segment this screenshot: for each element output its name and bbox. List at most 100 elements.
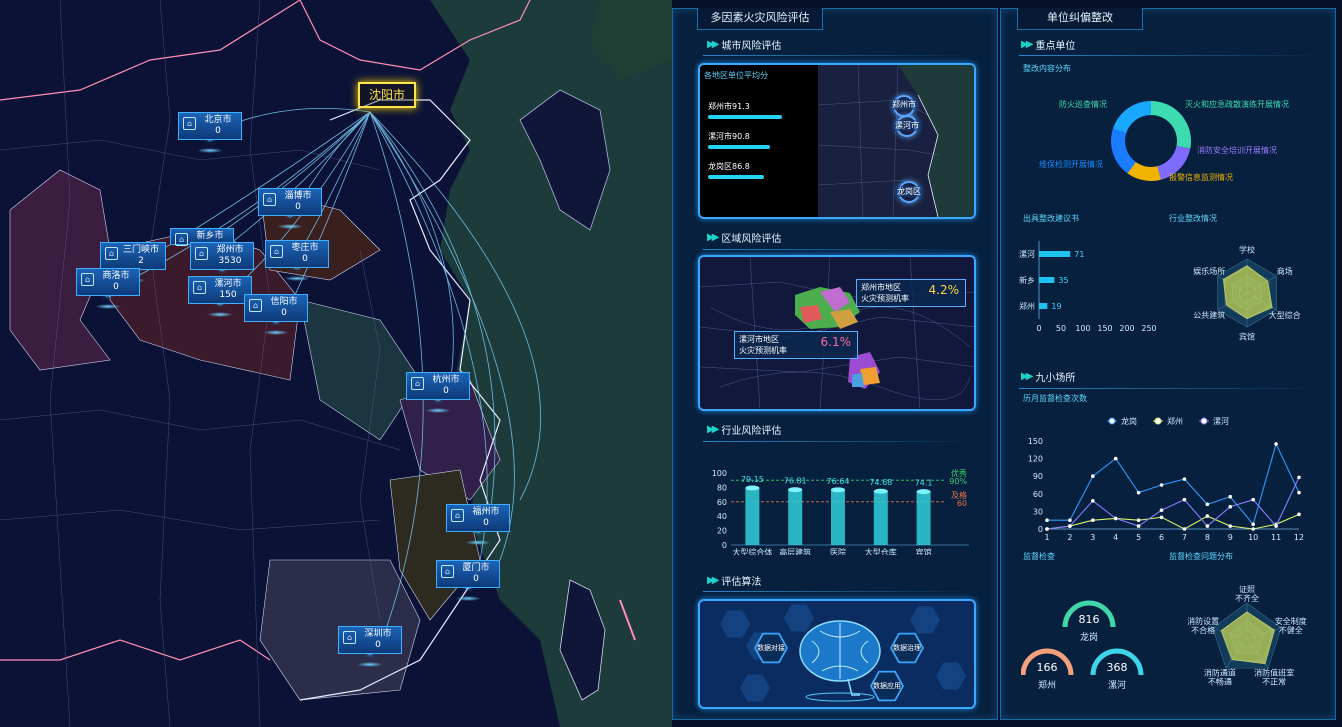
city-label-box: ⌂ 淄博市 0	[258, 188, 322, 216]
series-line	[1046, 513, 1300, 530]
bar	[1039, 251, 1071, 257]
divider	[703, 249, 973, 250]
data-point	[1045, 518, 1049, 522]
y-tick-label: 漯河	[1019, 249, 1035, 259]
city-marker[interactable]: ⌂ 深圳市 0 ︾	[338, 626, 402, 667]
city-value: 150	[219, 290, 237, 300]
city-marker[interactable]: ⌂ 商洛市 0 ︾	[76, 268, 140, 309]
rectification-panel: 单位纠偏整改 ▶▶ 重点单位 整改内容分布 防火巡查情况 灭火和应急疏散演练开展…	[1000, 8, 1336, 720]
score-bar	[708, 175, 764, 179]
risk-tag-zhengzhou[interactable]: 郑州市地区 火灾预测机率 4.2%	[856, 279, 966, 307]
x-tick-label: 10	[1248, 533, 1258, 541]
donut-label: 维保检测开展情况	[1039, 160, 1103, 169]
origin-city-label[interactable]: 沈阳市	[358, 82, 416, 108]
panel-title: 多因素火灾风险评估	[697, 8, 823, 30]
data-point	[1068, 518, 1072, 522]
city-value: 0	[215, 126, 221, 136]
data-label: 76.81	[784, 477, 807, 486]
data-point	[1091, 499, 1095, 503]
gauge-value: 368	[1107, 661, 1128, 674]
divider	[703, 55, 973, 56]
pin-label: 郑州市	[890, 99, 918, 110]
chevron-down-icon: ︾	[205, 138, 215, 149]
map-view[interactable]: 沈阳市 ⌂北京市0︾⌂淄博市0︾⌂新乡市︾⌂三门峡市2︾⌂郑州市3530︾⌂枣庄…	[0, 0, 672, 727]
city-value: 0	[483, 518, 489, 528]
y-tick-label: 0	[1038, 525, 1043, 534]
building-icon: ⌂	[105, 247, 118, 260]
glow-dot	[357, 662, 383, 667]
data-point	[1136, 524, 1141, 528]
x-tick-label: 1	[1044, 533, 1049, 541]
inspect-gauges: 816 龙岗 166 郑州 368 漯河	[1021, 600, 1144, 691]
city-marker[interactable]: ⌂ 淄博市 0 ︾	[258, 188, 322, 229]
bar	[873, 491, 888, 545]
building-icon: ⌂	[249, 299, 262, 312]
city-name: 杭州市	[432, 375, 460, 385]
city-label-box: ⌂ 深圳市 0	[338, 626, 402, 654]
city-marker[interactable]: ⌂ 漯河市 150 ︾	[188, 276, 252, 317]
city-label-box: ⌂ 杭州市 0	[406, 372, 470, 400]
data-point	[1159, 515, 1164, 520]
industry-bar-chart: 020406080100 优秀90%及格6079.15大型综合体76.81高层建筑…	[712, 468, 969, 555]
data-point	[1113, 516, 1118, 521]
radar-label: 不齐全	[1235, 593, 1259, 603]
risk-assessment-panel: 多因素火灾风险评估 ▶▶ 城市风险评估 各地区单位平均分 郑州市91.3 漯河市…	[672, 8, 998, 720]
city-marker[interactable]: ⌂ 厦门市 0 ︾	[436, 560, 500, 601]
legend-label: 龙岗	[1121, 416, 1137, 426]
map-canvas	[0, 0, 672, 727]
data-point	[1182, 527, 1187, 531]
y-tick-label: 30	[1033, 507, 1043, 516]
building-icon: ⌂	[183, 117, 196, 130]
x-tick-label: 高层建筑	[779, 547, 811, 555]
city-label-box: ⌂ 信阳市 0	[244, 294, 308, 322]
radar-label: 宾馆	[1239, 332, 1255, 342]
x-tick-label: 4	[1113, 533, 1118, 541]
city-marker[interactable]: ⌂ 福州市 0 ︾	[446, 504, 510, 545]
city-name: 福州市	[472, 507, 500, 517]
data-governance-button[interactable]: 数据治理	[890, 632, 924, 664]
city-marker[interactable]: ⌂ 杭州市 0 ︾	[406, 372, 470, 413]
city-name: 漯河市	[214, 279, 242, 289]
x-tick-label: 大型仓库	[865, 547, 897, 555]
y-tick-label: 60	[717, 498, 727, 507]
building-icon: ⌂	[193, 281, 206, 294]
bar	[745, 488, 760, 545]
donut-label: 消防安全培训开展情况	[1197, 146, 1277, 155]
donut-title: 整改内容分布	[1023, 64, 1071, 73]
data-label: 74.68	[869, 478, 892, 487]
y-tick-label: 郑州	[1019, 301, 1035, 311]
x-tick-label: 7	[1182, 533, 1187, 541]
city-marker[interactable]: ⌂ 枣庄市 0 ︾	[265, 240, 329, 281]
divider	[703, 591, 973, 592]
y-tick-label: 40	[717, 512, 727, 521]
data-point	[1068, 524, 1072, 528]
industry-risk-title: ▶▶ 行业风险评估	[707, 424, 782, 437]
y-tick-label: 100	[712, 469, 727, 478]
data-point	[1274, 442, 1278, 446]
radar-label: 不正常	[1262, 677, 1286, 686]
x-tick-label: 100	[1075, 324, 1090, 331]
risk-tag-luohe[interactable]: 漯河市地区 火灾预测机率 6.1%	[734, 331, 858, 359]
city-label-box: ⌂ 福州市 0	[446, 504, 510, 532]
data-point	[1113, 456, 1118, 461]
industry-radar-title: 行业整改情况	[1169, 214, 1217, 223]
data-point	[1205, 524, 1210, 528]
x-tick-label: 12	[1294, 533, 1304, 541]
y-tick-label: 80	[717, 483, 727, 492]
data-label: 19	[1051, 302, 1061, 311]
city-marker[interactable]: ⌂ 信阳市 0 ︾	[244, 294, 308, 335]
city-label-box: ⌂ 枣庄市 0	[265, 240, 329, 268]
problem-radar-title: 监督检查问题分布	[1169, 552, 1233, 561]
y-tick-label: 120	[1028, 455, 1043, 464]
city-score-row: 漯河市90.8	[708, 131, 770, 149]
glow-dot	[284, 276, 310, 281]
radar-label: 大型综合	[1269, 310, 1301, 320]
radar-label: 消防设置	[1187, 616, 1219, 626]
building-icon: ⌂	[411, 377, 424, 390]
data-point	[1228, 524, 1233, 528]
series-line	[1046, 477, 1300, 530]
city-marker[interactable]: ⌂ 北京市 0 ︾	[178, 112, 242, 153]
city-label-box: ⌂ 商洛市 0	[76, 268, 140, 296]
inspection-line-chart: 03060901201501 2 3 4 5 6 7 8 9 10 11 12龙岗 郑州 漯河	[1028, 416, 1304, 541]
rectify-hbar-chart: 0 50 100 150 200 250 漯河 71 新乡 35 郑州 19	[1019, 241, 1157, 331]
